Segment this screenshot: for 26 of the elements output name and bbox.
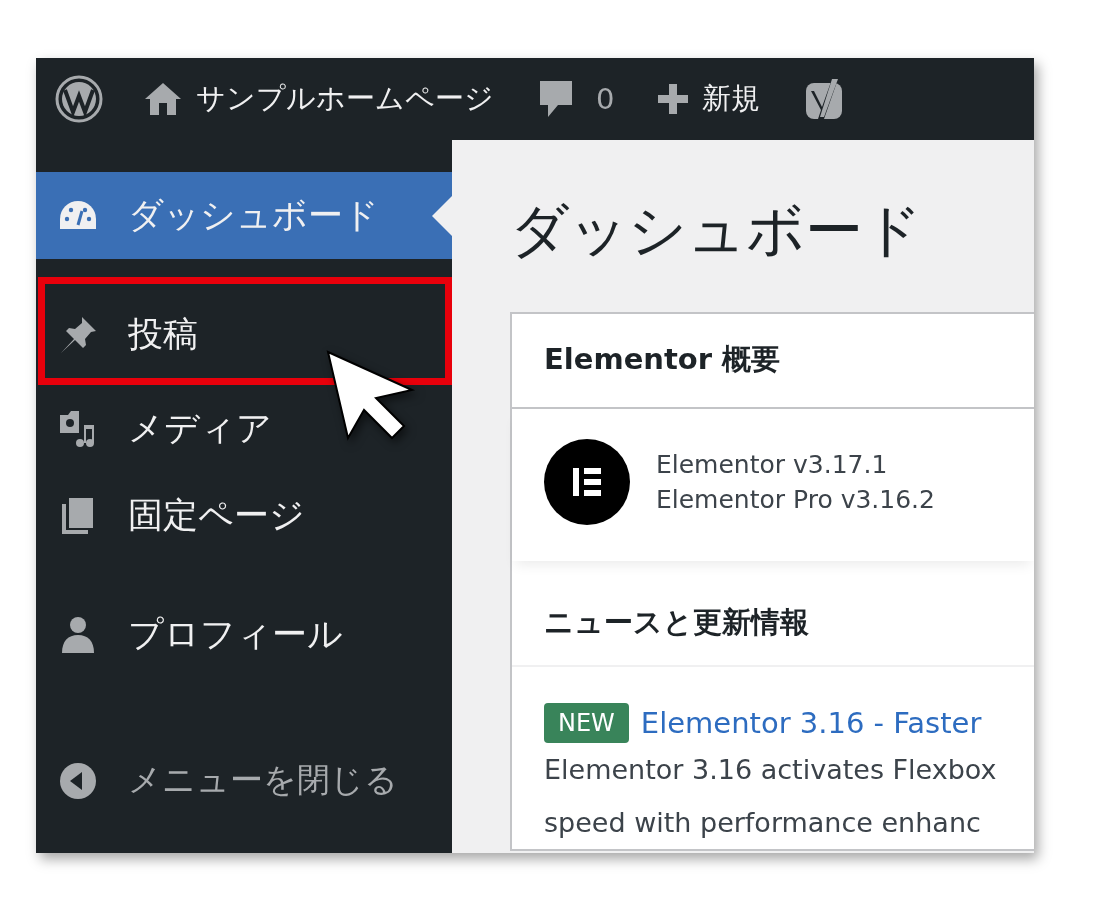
news-heading: ニュースと更新情報 xyxy=(544,603,809,641)
pin-icon xyxy=(58,314,98,355)
collapse-icon xyxy=(58,760,98,801)
elementor-logo-icon xyxy=(544,438,630,525)
menu-item[interactable]: メディア xyxy=(36,385,452,472)
comment-count: 0 xyxy=(596,82,615,116)
new-badge: NEW xyxy=(544,702,629,743)
new-link[interactable]: 新規 xyxy=(702,79,761,119)
menu-item[interactable]: プロフィール xyxy=(36,591,452,678)
widget-title: Elementor 概要 xyxy=(544,341,781,379)
version-text: Elementor Pro v3.16.2 xyxy=(656,484,935,514)
collapse-menu-button[interactable]: メニューを閉じる xyxy=(36,737,452,824)
menu-item[interactable]: ダッシュボード xyxy=(36,172,452,259)
menu-item[interactable]: 投稿 xyxy=(36,291,445,378)
comment-icon[interactable] xyxy=(538,79,574,119)
site-name-link[interactable]: サンプルホームページ xyxy=(196,79,494,119)
plus-icon[interactable] xyxy=(658,84,689,114)
current-item-pointer xyxy=(432,195,452,236)
news-excerpt: Elementor 3.16 activates Flexbox xyxy=(544,752,998,787)
version-text: Elementor v3.17.1 xyxy=(656,449,889,479)
wordpress-logo-icon[interactable] xyxy=(54,74,104,124)
page-title: ダッシュボード xyxy=(510,196,923,266)
home-icon[interactable] xyxy=(144,81,182,117)
news-link[interactable]: Elementor 3.16 - Faster xyxy=(640,705,982,740)
menu-item[interactable]: 固定ページ xyxy=(36,472,452,559)
news-excerpt: speed with performance enhanc xyxy=(544,805,982,840)
